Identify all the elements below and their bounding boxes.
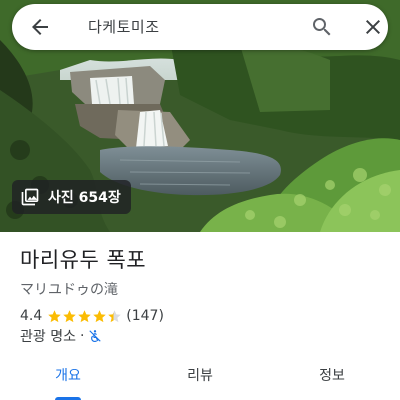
star-icon: [93, 309, 107, 322]
separator-dot: ·: [79, 328, 85, 344]
star-icon: [63, 309, 77, 322]
photo-count-button[interactable]: 사진 654장: [12, 180, 131, 214]
star-icon: [108, 309, 122, 322]
photo-library-icon: [21, 188, 39, 206]
search-input[interactable]: 다케토미조: [88, 4, 160, 50]
rating-stars: [47, 309, 122, 324]
rating-score: 4.4: [20, 308, 43, 324]
category-row: 관광 명소 ·: [20, 327, 102, 345]
place-alt-name: マリユドゥの滝: [20, 282, 118, 298]
star-icon: [48, 309, 62, 322]
not-accessible-icon: [89, 330, 102, 342]
tab-label: 리뷰: [187, 368, 213, 384]
tab-label: 개요: [55, 368, 81, 384]
close-icon[interactable]: [361, 15, 385, 39]
place-tabs: 개요 리뷰 정보: [0, 356, 400, 400]
tab-reviews[interactable]: 리뷰: [145, 356, 255, 400]
arrow-back-icon[interactable]: [28, 15, 52, 39]
tab-about[interactable]: 정보: [277, 356, 387, 400]
search-icon[interactable]: [310, 15, 334, 39]
place-category: 관광 명소: [20, 329, 76, 345]
rating-row[interactable]: 4.4 (147): [20, 306, 164, 326]
tab-overview[interactable]: 개요: [13, 356, 123, 400]
star-icon: [78, 309, 92, 322]
photo-count-label: 사진 654장: [48, 190, 121, 206]
search-bar[interactable]: 다케토미조: [12, 4, 388, 50]
tab-label: 정보: [319, 368, 345, 384]
review-count: (147): [126, 308, 164, 324]
place-title: 마리유두 폭포: [20, 248, 147, 272]
